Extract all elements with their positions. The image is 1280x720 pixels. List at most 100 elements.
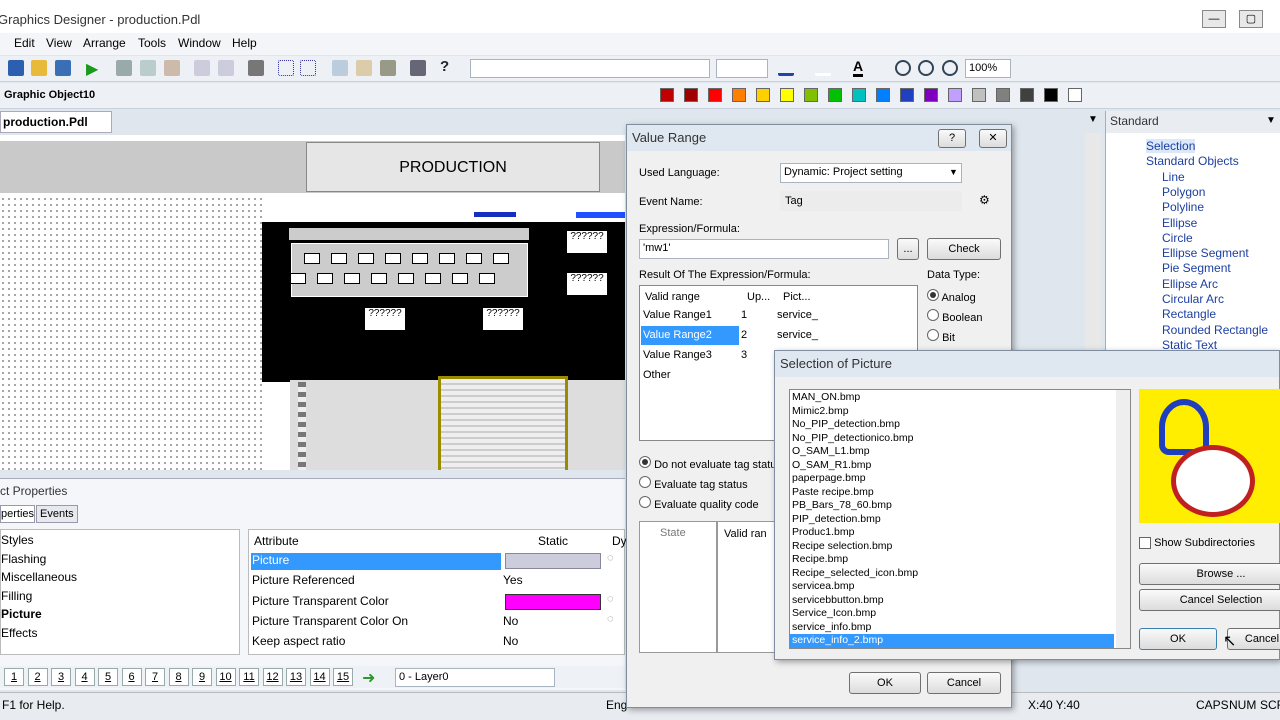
property-tree[interactable]: Styles Flashing Miscellaneous Filling Pictur…	[0, 529, 240, 655]
tree-item[interactable]: Filling	[1, 589, 32, 603]
color-swatch[interactable]	[756, 88, 770, 102]
attribute-row[interactable]: Keep aspect ratio No	[249, 632, 625, 651]
tab-properties[interactable]: perties	[0, 505, 35, 523]
color-swatch[interactable]	[708, 88, 722, 102]
bulb-icon[interactable]: ◌	[607, 613, 614, 625]
color-swatch[interactable]	[780, 88, 794, 102]
color-swatch[interactable]	[852, 88, 866, 102]
color-swatch[interactable]	[948, 88, 962, 102]
file-item[interactable]: No_PIP_detectionico.bmp	[790, 432, 1114, 446]
page-tab[interactable]: 1	[4, 668, 24, 686]
maximize-button[interactable]: ▢	[1239, 10, 1263, 28]
production-heading[interactable]: PRODUCTION	[306, 142, 600, 192]
tree-item[interactable]: Effects	[1, 626, 37, 640]
undo-icon[interactable]	[194, 60, 210, 76]
ok-button[interactable]: OK	[849, 672, 921, 694]
radio-eval-tag[interactable]: Evaluate tag status	[639, 476, 748, 491]
tree-item[interactable]: Pie Segment	[1162, 261, 1231, 275]
fill-color-icon[interactable]	[815, 60, 831, 76]
paste-icon[interactable]	[164, 60, 180, 76]
page-tab[interactable]: 11	[239, 668, 259, 686]
page-tab[interactable]: 13	[286, 668, 306, 686]
tree-item[interactable]: Miscellaneous	[1, 570, 77, 584]
range-picture[interactable]: service_	[777, 309, 818, 321]
layers-icon[interactable]	[332, 60, 348, 76]
browse-button[interactable]: Browse ...	[1139, 563, 1280, 585]
bulb-icon[interactable]: ◌	[607, 593, 614, 605]
range-name[interactable]: Value Range2	[641, 326, 739, 345]
used-language-select[interactable]: Dynamic: Project setting	[780, 163, 962, 183]
file-item[interactable]: servicea.bmp	[790, 580, 1114, 594]
expression-input[interactable]: 'mw1'	[639, 239, 889, 259]
file-item[interactable]: No_PIP_detection.bmp	[790, 418, 1114, 432]
file-item[interactable]: O_SAM_L1.bmp	[790, 445, 1114, 459]
attribute-row[interactable]: Picture Referenced Yes	[249, 571, 625, 590]
color-swatch[interactable]	[828, 88, 842, 102]
tree-item[interactable]: Circle	[1162, 231, 1193, 245]
page-tab[interactable]: 12	[262, 668, 283, 686]
tree-item[interactable]: Rectangle	[1162, 307, 1216, 321]
color-swatch[interactable]	[924, 88, 938, 102]
attribute-row[interactable]: Picture Transparent Color On No ◌	[249, 612, 625, 631]
color-swatch[interactable]	[1068, 88, 1082, 102]
color-swatch[interactable]	[1020, 88, 1034, 102]
cancel-button[interactable]: Cancel	[927, 672, 1001, 694]
color-swatch[interactable]	[996, 88, 1010, 102]
file-item[interactable]: Paste recipe.bmp	[790, 486, 1114, 500]
line-color-icon[interactable]	[778, 60, 794, 76]
menu-arrange[interactable]: Arrange	[83, 36, 126, 50]
color-swatch[interactable]	[876, 88, 890, 102]
file-item[interactable]: service_info_2.bmp	[790, 634, 1114, 648]
value-field[interactable]: ??????	[566, 230, 608, 254]
tag-icon[interactable]	[410, 60, 426, 76]
redo-icon[interactable]	[218, 60, 234, 76]
zoom-in-icon[interactable]	[895, 60, 911, 76]
chevron-down-icon[interactable]: ▼	[1088, 114, 1098, 125]
file-item[interactable]: PB_Bars_78_60.bmp	[790, 499, 1114, 513]
print-icon[interactable]	[248, 60, 264, 76]
tree-item[interactable]: Picture	[1, 607, 42, 621]
value-field[interactable]: ??????	[482, 307, 524, 331]
components-icon[interactable]	[380, 60, 396, 76]
state-list[interactable]: State	[639, 521, 717, 653]
picture-thumbnail[interactable]	[505, 553, 601, 569]
page-tab[interactable]: 2	[27, 668, 48, 686]
color-swatch[interactable]	[804, 88, 818, 102]
file-item[interactable]: Mimic2.bmp	[790, 405, 1114, 419]
tree-item[interactable]: Circular Arc	[1162, 292, 1224, 306]
grid-icon[interactable]	[278, 60, 294, 76]
tab-events[interactable]: Events	[36, 505, 78, 523]
library-icon[interactable]	[356, 60, 372, 76]
document-tab[interactable]: production.Pdl ✕	[0, 111, 112, 149]
tree-item[interactable]: Ellipse Arc	[1162, 277, 1218, 291]
file-item[interactable]: O_SAM_R1.bmp	[790, 459, 1114, 473]
run-icon[interactable]: ▶	[86, 59, 98, 79]
transparent-color-swatch[interactable]	[505, 593, 601, 610]
attribute-row[interactable]: Picture Transparent Color ◌	[249, 592, 625, 611]
file-item[interactable]: service_info.bmp	[790, 621, 1114, 635]
tree-item[interactable]: Flashing	[1, 552, 46, 566]
valid-range-list[interactable]: Valid ran	[717, 521, 777, 653]
page-tab[interactable]: 4	[74, 668, 95, 686]
expression-browse-button[interactable]: ...	[897, 238, 919, 260]
tree-item[interactable]: Polyline	[1162, 200, 1204, 214]
menu-tools[interactable]: Tools	[138, 36, 166, 50]
page-tab[interactable]: 3	[51, 668, 71, 686]
object-name-combo[interactable]: Graphic Object10	[0, 86, 142, 105]
page-tab[interactable]: 8	[168, 668, 189, 686]
scrollbar[interactable]	[1116, 390, 1130, 648]
range-name[interactable]: Other	[641, 366, 739, 385]
next-arrow-icon[interactable]: ➜	[362, 668, 375, 688]
zoom-fit-icon[interactable]	[942, 60, 958, 76]
file-item[interactable]: Recipe.bmp	[790, 553, 1114, 567]
radio-boolean[interactable]: Boolean	[927, 309, 982, 324]
tree-item[interactable]: Styles	[1, 533, 34, 547]
file-item[interactable]: PIP_detection.bmp	[790, 513, 1114, 527]
show-subdirectories-checkbox[interactable]: Show Subdirectories	[1139, 537, 1255, 550]
whats-this-icon[interactable]: ?	[440, 58, 449, 75]
tag-select-icon[interactable]: ⚙	[979, 193, 990, 207]
zoom-out-icon[interactable]	[918, 60, 934, 76]
close-button[interactable]: ✕	[979, 129, 1007, 148]
font-combo[interactable]	[470, 59, 710, 78]
scrollbar[interactable]	[1085, 133, 1101, 351]
